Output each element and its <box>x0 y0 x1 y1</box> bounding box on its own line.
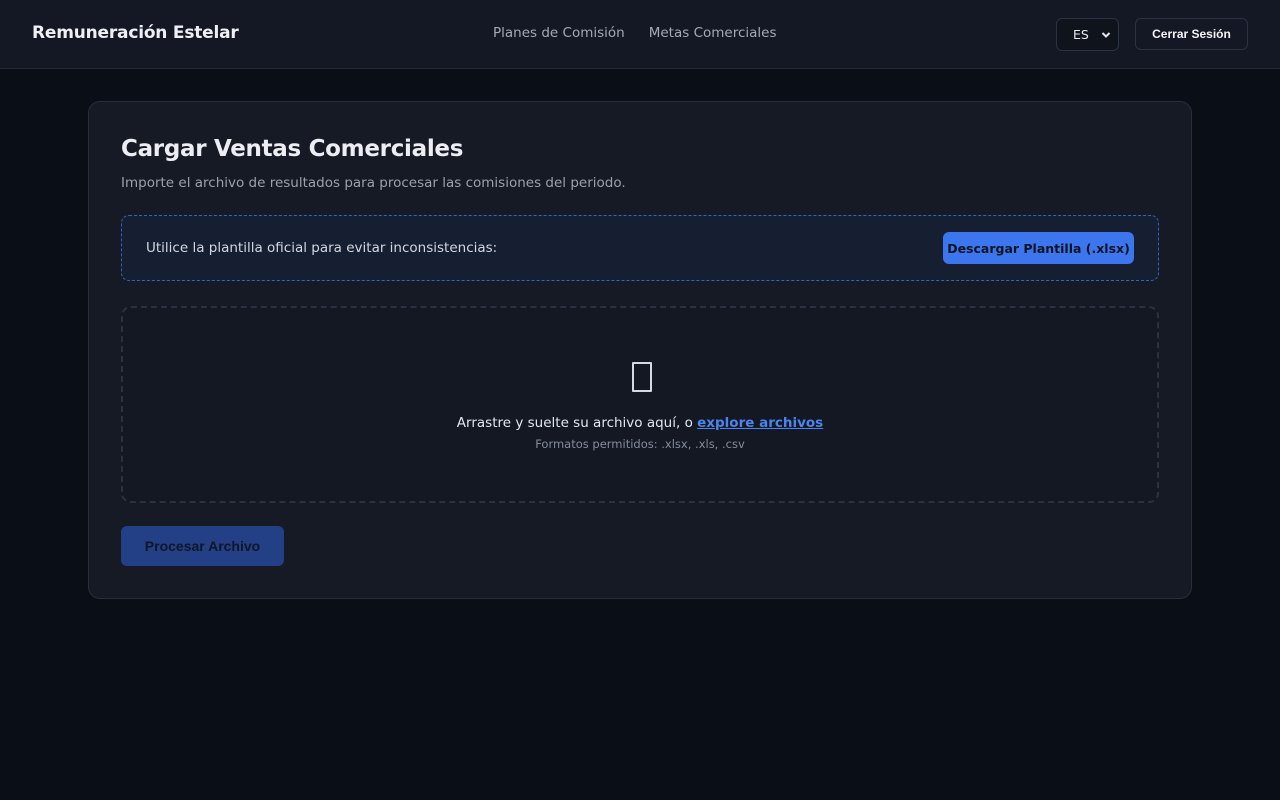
browse-files-link[interactable]: explore archivos <box>697 415 823 431</box>
allowed-formats-text: Formatos permitidos: .xlsx, .xls, .csv <box>535 437 745 451</box>
language-select[interactable]: ES <box>1056 18 1119 51</box>
dropzone-text: Arrastre y suelte su archivo aquí, o <box>456 415 693 431</box>
chevron-down-icon <box>1101 32 1111 38</box>
brand-title: Remuneración Estelar <box>32 23 239 43</box>
page-title: Cargar Ventas Comerciales <box>121 136 464 162</box>
process-file-button[interactable]: Procesar Archivo <box>121 526 284 566</box>
template-notice: Utilice la plantilla oficial para evitar… <box>121 215 1159 281</box>
logout-button[interactable]: Cerrar Sesión <box>1135 18 1248 50</box>
file-dropzone[interactable]: Arrastre y suelte su archivo aquí, o exp… <box>121 306 1159 503</box>
top-navbar: Remuneración Estelar Planes de Comisión … <box>0 0 1280 69</box>
main-nav: Planes de Comisión Metas Comerciales <box>493 25 777 41</box>
page-subtitle: Importe el archivo de resultados para pr… <box>121 175 626 191</box>
nav-link-sales-goals[interactable]: Metas Comerciales <box>649 25 777 41</box>
upload-card: Cargar Ventas Comerciales Importe el arc… <box>88 101 1192 599</box>
language-selected-value: ES <box>1073 27 1089 42</box>
template-notice-text: Utilice la plantilla oficial para evitar… <box>146 240 498 256</box>
download-template-button[interactable]: Descargar Plantilla (.xlsx) <box>943 232 1134 264</box>
dropzone-instructions: Arrastre y suelte su archivo aquí, o exp… <box>123 415 1157 431</box>
nav-link-commission-plans[interactable]: Planes de Comisión <box>493 25 625 41</box>
file-icon <box>632 362 652 392</box>
